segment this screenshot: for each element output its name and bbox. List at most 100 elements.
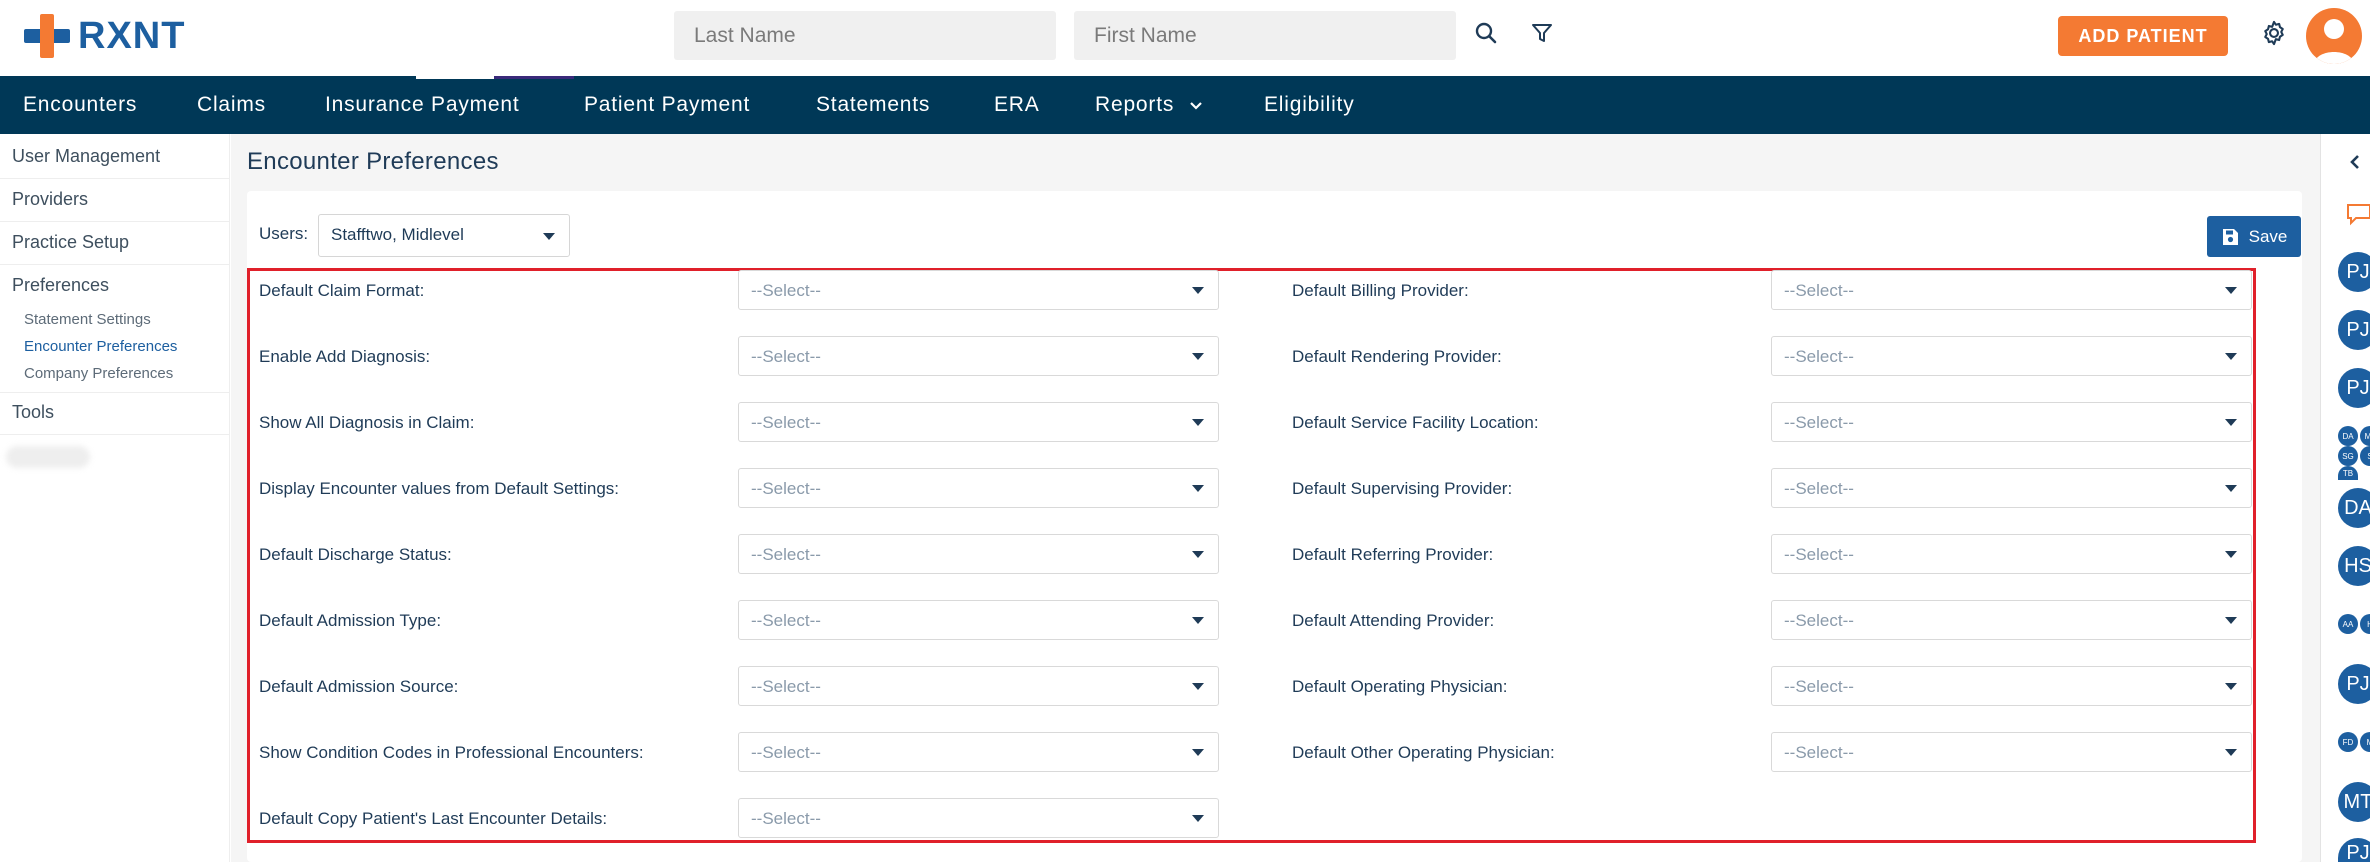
sidebar-item-user-management[interactable]: User Management [12,146,160,167]
users-label: Users: [259,224,309,243]
avatar-circle[interactable]: PJ [2338,310,2370,350]
select-placeholder: --Select-- [751,347,821,366]
sidebar-item-providers[interactable]: Providers [12,189,88,210]
rxnt-logo[interactable]: RXNT [24,14,185,58]
avatar-circle[interactable]: PJ [2338,664,2370,704]
gear-icon[interactable] [2254,13,2294,53]
user-avatar[interactable] [2306,8,2362,64]
select-placeholder: --Select-- [1784,743,1854,762]
select-placeholder: --Select-- [751,611,821,630]
avatar-circle-small[interactable]: DA [2338,426,2358,446]
select-placeholder: --Select-- [751,281,821,300]
caret-down-icon [1192,353,1204,360]
select-default-admission-source[interactable]: --Select-- [738,666,1219,706]
select-default-operating-physician[interactable]: --Select-- [1771,666,2252,706]
search-icon[interactable] [1466,13,1506,53]
caret-down-icon [1192,749,1204,756]
avatar-circle-small[interactable]: SG [2338,446,2358,466]
sidebar-divider [0,264,230,265]
caret-down-icon [2225,419,2237,426]
first-name-input[interactable] [1074,11,1456,60]
select-default-referring-provider[interactable]: --Select-- [1771,534,2252,574]
select-enable-add-diagnosis[interactable]: --Select-- [738,336,1219,376]
nav-era[interactable]: ERA [994,76,1040,134]
nav-statements[interactable]: Statements [816,76,930,134]
nav-eligibility[interactable]: Eligibility [1264,76,1355,134]
nav-insurance-payment[interactable]: Insurance Payment [325,76,520,134]
sidebar-divider [0,221,230,222]
caret-down-icon [2225,683,2237,690]
label-default-discharge-status: Default Discharge Status: [259,545,452,564]
caret-down-icon [1192,551,1204,558]
nav-encounters[interactable]: Encounters [23,76,137,134]
label-show-all-diagnosis: Show All Diagnosis in Claim: [259,413,475,432]
label-default-service-facility: Default Service Facility Location: [1292,413,1539,432]
select-placeholder: --Select-- [751,479,821,498]
avatar-circle[interactable]: MT [2338,782,2370,822]
select-default-attending-provider[interactable]: --Select-- [1771,600,2252,640]
select-default-discharge-status[interactable]: --Select-- [738,534,1219,574]
select-default-rendering-provider[interactable]: --Select-- [1771,336,2252,376]
select-show-condition-codes[interactable]: --Select-- [738,732,1219,772]
select-default-billing-provider[interactable]: --Select-- [1771,270,2252,310]
floppy-disk-icon [2222,228,2238,245]
caret-down-icon [1192,485,1204,492]
avatar-circle-small[interactable]: TB [2338,466,2358,480]
select-placeholder: --Select-- [1784,281,1854,300]
users-select[interactable]: Stafftwo, Midlevel [318,214,570,257]
save-button-label: Save [2248,226,2288,246]
select-default-service-facility[interactable]: --Select-- [1771,402,2252,442]
select-show-all-diagnosis[interactable]: --Select-- [738,402,1219,442]
avatar-circle-small[interactable]: AA [2338,614,2358,634]
label-default-attending-provider: Default Attending Provider: [1292,611,1495,630]
avatar-circle-small[interactable]: FD [2338,732,2358,752]
label-default-referring-provider: Default Referring Provider: [1292,545,1494,564]
collapse-chevron-icon[interactable] [2345,152,2365,172]
logo-cross-icon [24,14,70,58]
nav-claims[interactable]: Claims [197,76,266,134]
caret-down-icon [2225,617,2237,624]
select-placeholder: --Select-- [1784,413,1854,432]
nav-reports[interactable]: Reports [1095,76,1203,134]
caret-down-icon [1192,683,1204,690]
label-display-encounter-values: Display Encounter values from Default Se… [259,479,620,498]
label-default-operating-physician: Default Operating Physician: [1292,677,1508,696]
select-placeholder: --Select-- [751,809,821,828]
avatar-circle[interactable]: DA [2338,488,2370,528]
sidebar-subitem-company-preferences[interactable]: Company Preferences [24,365,173,382]
chevron-down-icon [1190,102,1202,110]
avatar-circle[interactable]: PJ [2338,368,2370,408]
caret-down-icon [1192,287,1204,294]
nav-patient-payment[interactable]: Patient Payment [584,76,750,134]
select-default-other-operating-physician[interactable]: --Select-- [1771,732,2252,772]
label-show-condition-codes: Show Condition Codes in Professional Enc… [259,743,644,762]
sidebar-item-practice-setup[interactable]: Practice Setup [12,232,129,253]
add-patient-button[interactable]: ADD PATIENT [2058,16,2228,56]
select-default-claim-format[interactable]: --Select-- [738,270,1219,310]
caret-down-icon [543,233,555,240]
caret-down-icon [2225,749,2237,756]
sidebar-item-tools[interactable]: Tools [12,402,54,423]
sidebar-item-preferences[interactable]: Preferences [12,275,109,296]
main-nav: Encounters Claims Insurance Payment Pati… [0,76,2370,134]
label-default-supervising-provider: Default Supervising Provider: [1292,479,1513,498]
sidebar-subitem-statement-settings[interactable]: Statement Settings [24,311,151,328]
filter-icon[interactable] [1522,13,1562,53]
select-default-supervising-provider[interactable]: --Select-- [1771,468,2252,508]
select-placeholder: --Select-- [1784,479,1854,498]
sidebar-subitem-encounter-preferences[interactable]: Encounter Preferences [24,338,177,355]
last-name-input[interactable] [674,11,1056,60]
avatar-circle[interactable]: HS [2338,546,2370,586]
select-copy-last-encounter[interactable]: --Select-- [738,798,1219,838]
chat-bubble-icon[interactable] [2346,202,2370,226]
select-placeholder: --Select-- [1784,347,1854,366]
blurred-item [6,446,90,468]
user-silhouette-icon [2314,19,2354,64]
select-default-admission-type[interactable]: --Select-- [738,600,1219,640]
select-placeholder: --Select-- [1784,611,1854,630]
label-enable-add-diagnosis: Enable Add Diagnosis: [259,347,431,366]
avatar-circle[interactable]: PJ [2338,252,2370,292]
select-display-encounter-values[interactable]: --Select-- [738,468,1219,508]
save-button[interactable]: Save [2207,216,2301,257]
nav-accent-dark [494,76,574,79]
